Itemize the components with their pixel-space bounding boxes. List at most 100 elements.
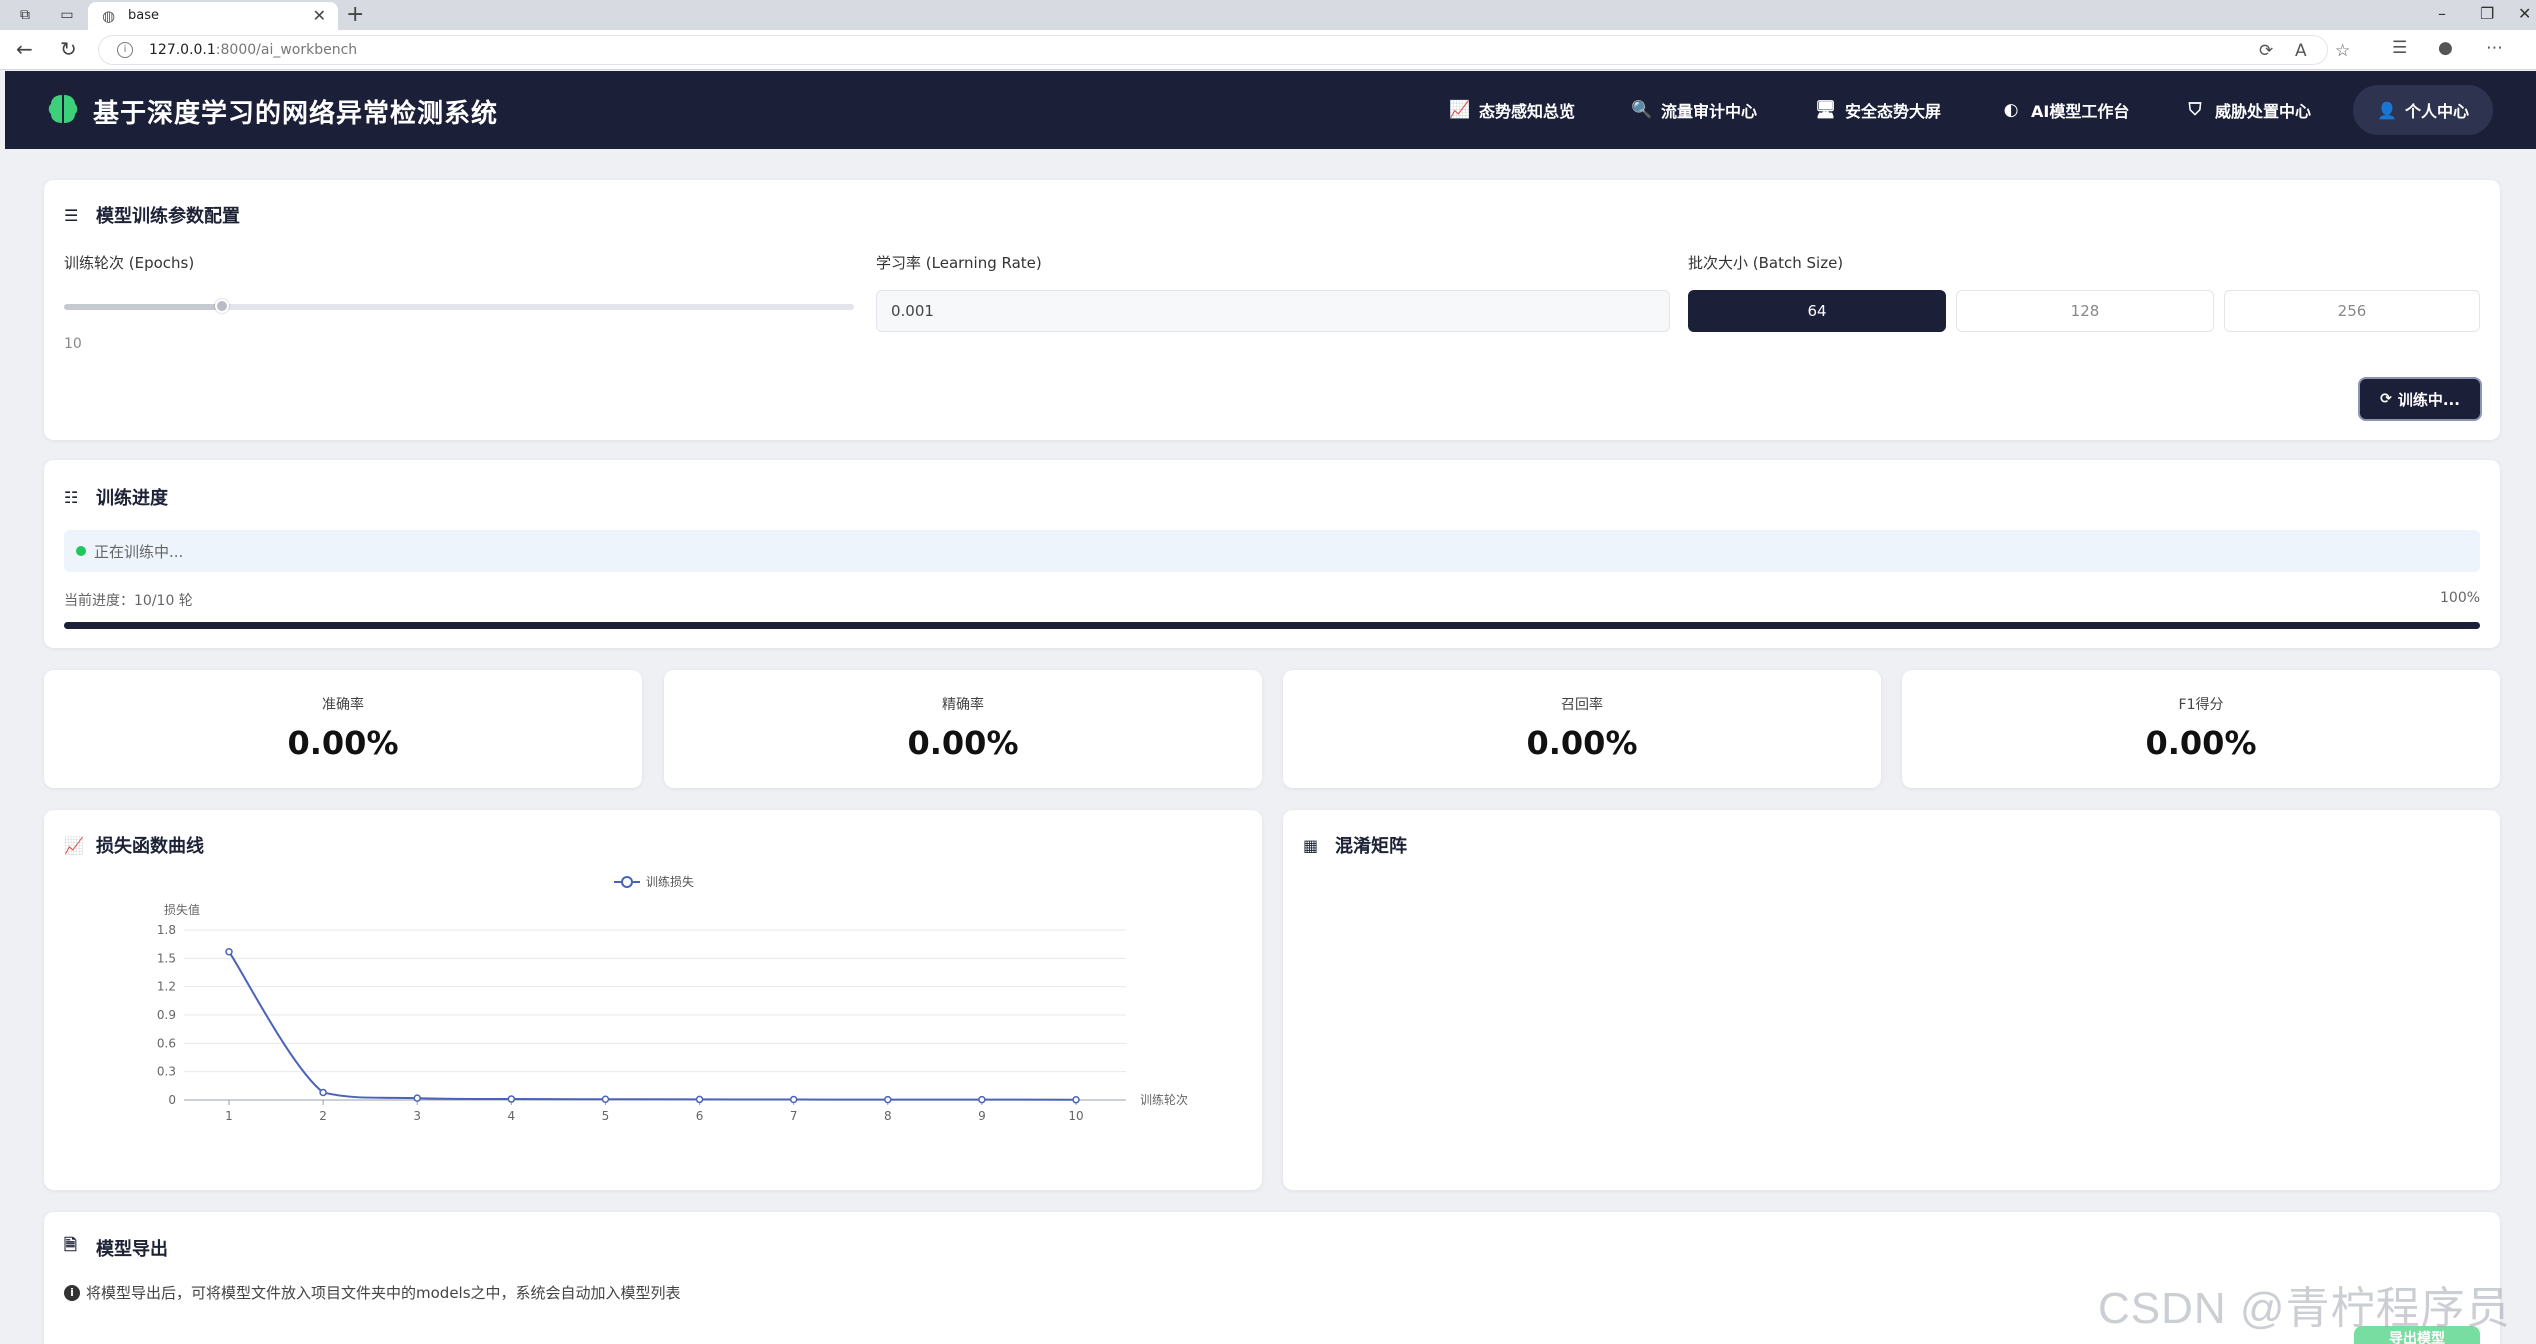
metric-card-recall: 召回率 0.00% <box>1283 670 1881 788</box>
epochs-value: 10 <box>64 336 82 352</box>
legend-marker <box>621 876 633 888</box>
x-tick-label: 2 <box>319 1109 327 1123</box>
profile-icon[interactable]: ● <box>2438 38 2453 58</box>
metric-label: 精确率 <box>942 697 984 713</box>
url-field[interactable]: i 127.0.0.1:8000/ai_workbench ⟳ A ☆ <box>98 35 2350 65</box>
x-tick-label: 5 <box>602 1109 610 1123</box>
y-tick-label: 0.6 <box>157 1036 176 1050</box>
epochs-slider-fill <box>64 304 222 310</box>
batch-option-64[interactable]: 64 <box>1688 290 1946 332</box>
y-tick-label: 0.9 <box>157 1008 176 1022</box>
grid-icon: ▦ <box>1303 835 1319 855</box>
loss-data-point <box>507 1095 516 1103</box>
user-center-label: 个人中心 <box>2404 102 2469 121</box>
progress-bar <box>64 622 2480 629</box>
x-tick-label: 4 <box>508 1109 516 1123</box>
epochs-slider[interactable] <box>64 299 854 313</box>
progress-card-title: ☷ 训练进度 <box>64 484 168 510</box>
y-tick-label: 0.3 <box>157 1065 176 1079</box>
y-tick-label: 1.2 <box>157 980 176 994</box>
more-icon[interactable]: ⋯ <box>2486 38 2503 58</box>
minimize-icon[interactable]: – <box>2438 4 2446 23</box>
epochs-slider-handle[interactable] <box>215 299 229 313</box>
app-header: 基于深度学习的网络异常检测系统 📈 态势感知总览 🔍 流量审计中心 🖥 安全态势… <box>5 71 2536 149</box>
browser-tab[interactable]: ◍ base ✕ <box>88 2 338 30</box>
loss-data-point <box>319 1088 327 1097</box>
y-axis-label: 损失值 <box>164 902 200 917</box>
tab-actions-icon[interactable]: ▭ <box>58 6 76 24</box>
confusion-matrix-card: ▦ 混淆矩阵 <box>1283 810 2500 1190</box>
metric-value: 0.00% <box>287 724 399 762</box>
legend-label: 训练损失 <box>646 874 694 889</box>
nav-item-ai-workbench[interactable]: ◐ AI模型工作台 <box>2001 71 2185 149</box>
tab-title: base <box>128 8 159 23</box>
status-indicator-dot <box>76 546 86 556</box>
learning-rate-label: 学习率 (Learning Rate) <box>876 254 1042 272</box>
file-export-icon: 🗎 <box>64 1235 77 1254</box>
confusion-card-title: ▦ 混淆矩阵 <box>1303 832 1407 858</box>
app-title: 基于深度学习的网络异常检测系统 <box>93 99 499 129</box>
config-card-title: ☰ 模型训练参数配置 <box>64 202 240 228</box>
favorites-icon[interactable]: ☰ <box>2392 38 2407 58</box>
read-aloud-icon[interactable]: A <box>2295 41 2307 61</box>
brain-logo-icon <box>48 95 78 123</box>
globe-icon: ◍ <box>102 7 116 25</box>
metric-label: 准确率 <box>322 697 364 713</box>
restore-icon[interactable]: ❐ <box>2480 4 2494 23</box>
loss-data-point <box>978 1095 986 1104</box>
nav-item-overview[interactable]: 📈 态势感知总览 <box>1449 71 1631 149</box>
x-tick-label: 1 <box>225 1109 233 1123</box>
export-card-title: 🗎 模型导出 <box>64 1234 168 1261</box>
workspaces-icon[interactable]: ⧉ <box>16 6 34 24</box>
refresh-icon[interactable]: ↻ <box>60 38 77 60</box>
batch-option-128[interactable]: 128 <box>1956 290 2214 332</box>
new-tab-icon[interactable]: + <box>346 2 364 27</box>
loss-chart: 0 0.3 0.6 0.9 1.2 1.5 1.8 1 2 3 4 5 6 7 8 9 10 损失值训练轮次 训练损… <box>157 874 1188 1123</box>
back-icon[interactable]: ← <box>16 38 33 60</box>
loss-data-point <box>1072 1095 1080 1104</box>
export-info-text: 将模型导出后，可将模型文件放入项目文件夹中的models之中，系统会自动加入模型… <box>86 1284 681 1302</box>
x-tick-label: 10 <box>1068 1109 1083 1123</box>
nav-label: 威胁处置中心 <box>2215 102 2312 121</box>
metric-label: F1得分 <box>2178 697 2224 713</box>
confusion-title-text: 混淆矩阵 <box>1335 836 1407 857</box>
y-tick-label: 1.5 <box>157 951 176 965</box>
metric-value: 0.00% <box>1526 724 1638 762</box>
metric-card-accuracy: 准确率 0.00% <box>44 670 642 788</box>
x-tick-label: 3 <box>413 1109 421 1123</box>
browser-tab-strip: ⧉ ▭ ◍ base ✕ + – ❐ ✕ <box>0 0 2536 30</box>
x-tick-label: 8 <box>884 1109 892 1123</box>
loss-curve-card: 📈 损失函数曲线 0 0.3 0.6 0.9 1.2 1.5 1.8 1 2 3 4 5 6 7 8 9 10 损… <box>44 810 1262 1190</box>
user-center-button[interactable]: 👤 个人中心 <box>2353 85 2493 135</box>
x-tick-label: 7 <box>790 1109 798 1123</box>
translate-icon[interactable]: ⟳ <box>2259 41 2273 61</box>
batch-option-256[interactable]: 256 <box>2224 290 2480 332</box>
nav-label: 安全态势大屏 <box>1845 102 1942 121</box>
export-info: i 将模型导出后，可将模型文件放入项目文件夹中的models之中，系统会自动加入… <box>64 1282 681 1303</box>
close-window-icon[interactable]: ✕ <box>2518 4 2531 23</box>
batch-size-label: 批次大小 (Batch Size) <box>1688 254 1844 272</box>
nav-label: 流量审计中心 <box>1661 102 1758 121</box>
nav-item-traffic-audit[interactable]: 🔍 流量审计中心 <box>1631 71 1815 149</box>
monitor-icon: 🖥 <box>1815 100 1837 120</box>
metric-value: 0.00% <box>907 724 1019 762</box>
chart-line-icon: 📈 <box>1449 100 1471 120</box>
shield-icon: ⛉ <box>2188 100 2202 120</box>
favorite-star-icon[interactable]: ☆ <box>2335 41 2350 61</box>
user-icon: 👤 <box>2377 100 2397 120</box>
main-nav: 📈 态势感知总览 🔍 流量审计中心 🖥 安全态势大屏 ◐ AI模型工作台 ⛉ 威… <box>1449 71 2345 149</box>
search-icon: 🔍 <box>1631 100 1653 120</box>
export-title-text: 模型导出 <box>96 1238 168 1260</box>
loss-data-point <box>789 1095 798 1104</box>
learning-rate-input[interactable]: 0.001 <box>876 290 1670 332</box>
loss-data-point <box>413 1094 421 1102</box>
brain-icon: ◐ <box>2003 100 2019 120</box>
nav-item-threat-response[interactable]: ⛉ 威胁处置中心 <box>2185 71 2345 149</box>
x-tick-label: 9 <box>978 1109 986 1123</box>
x-tick-label: 6 <box>696 1109 704 1123</box>
nav-item-security-screen[interactable]: 🖥 安全态势大屏 <box>1815 71 2001 149</box>
url-text: 127.0.0.1:8000/ai_workbench <box>149 42 357 58</box>
close-tab-icon[interactable]: ✕ <box>313 6 326 25</box>
site-info-icon[interactable]: i <box>117 42 133 58</box>
train-button[interactable]: ⟳ 训练中... <box>2358 377 2482 421</box>
